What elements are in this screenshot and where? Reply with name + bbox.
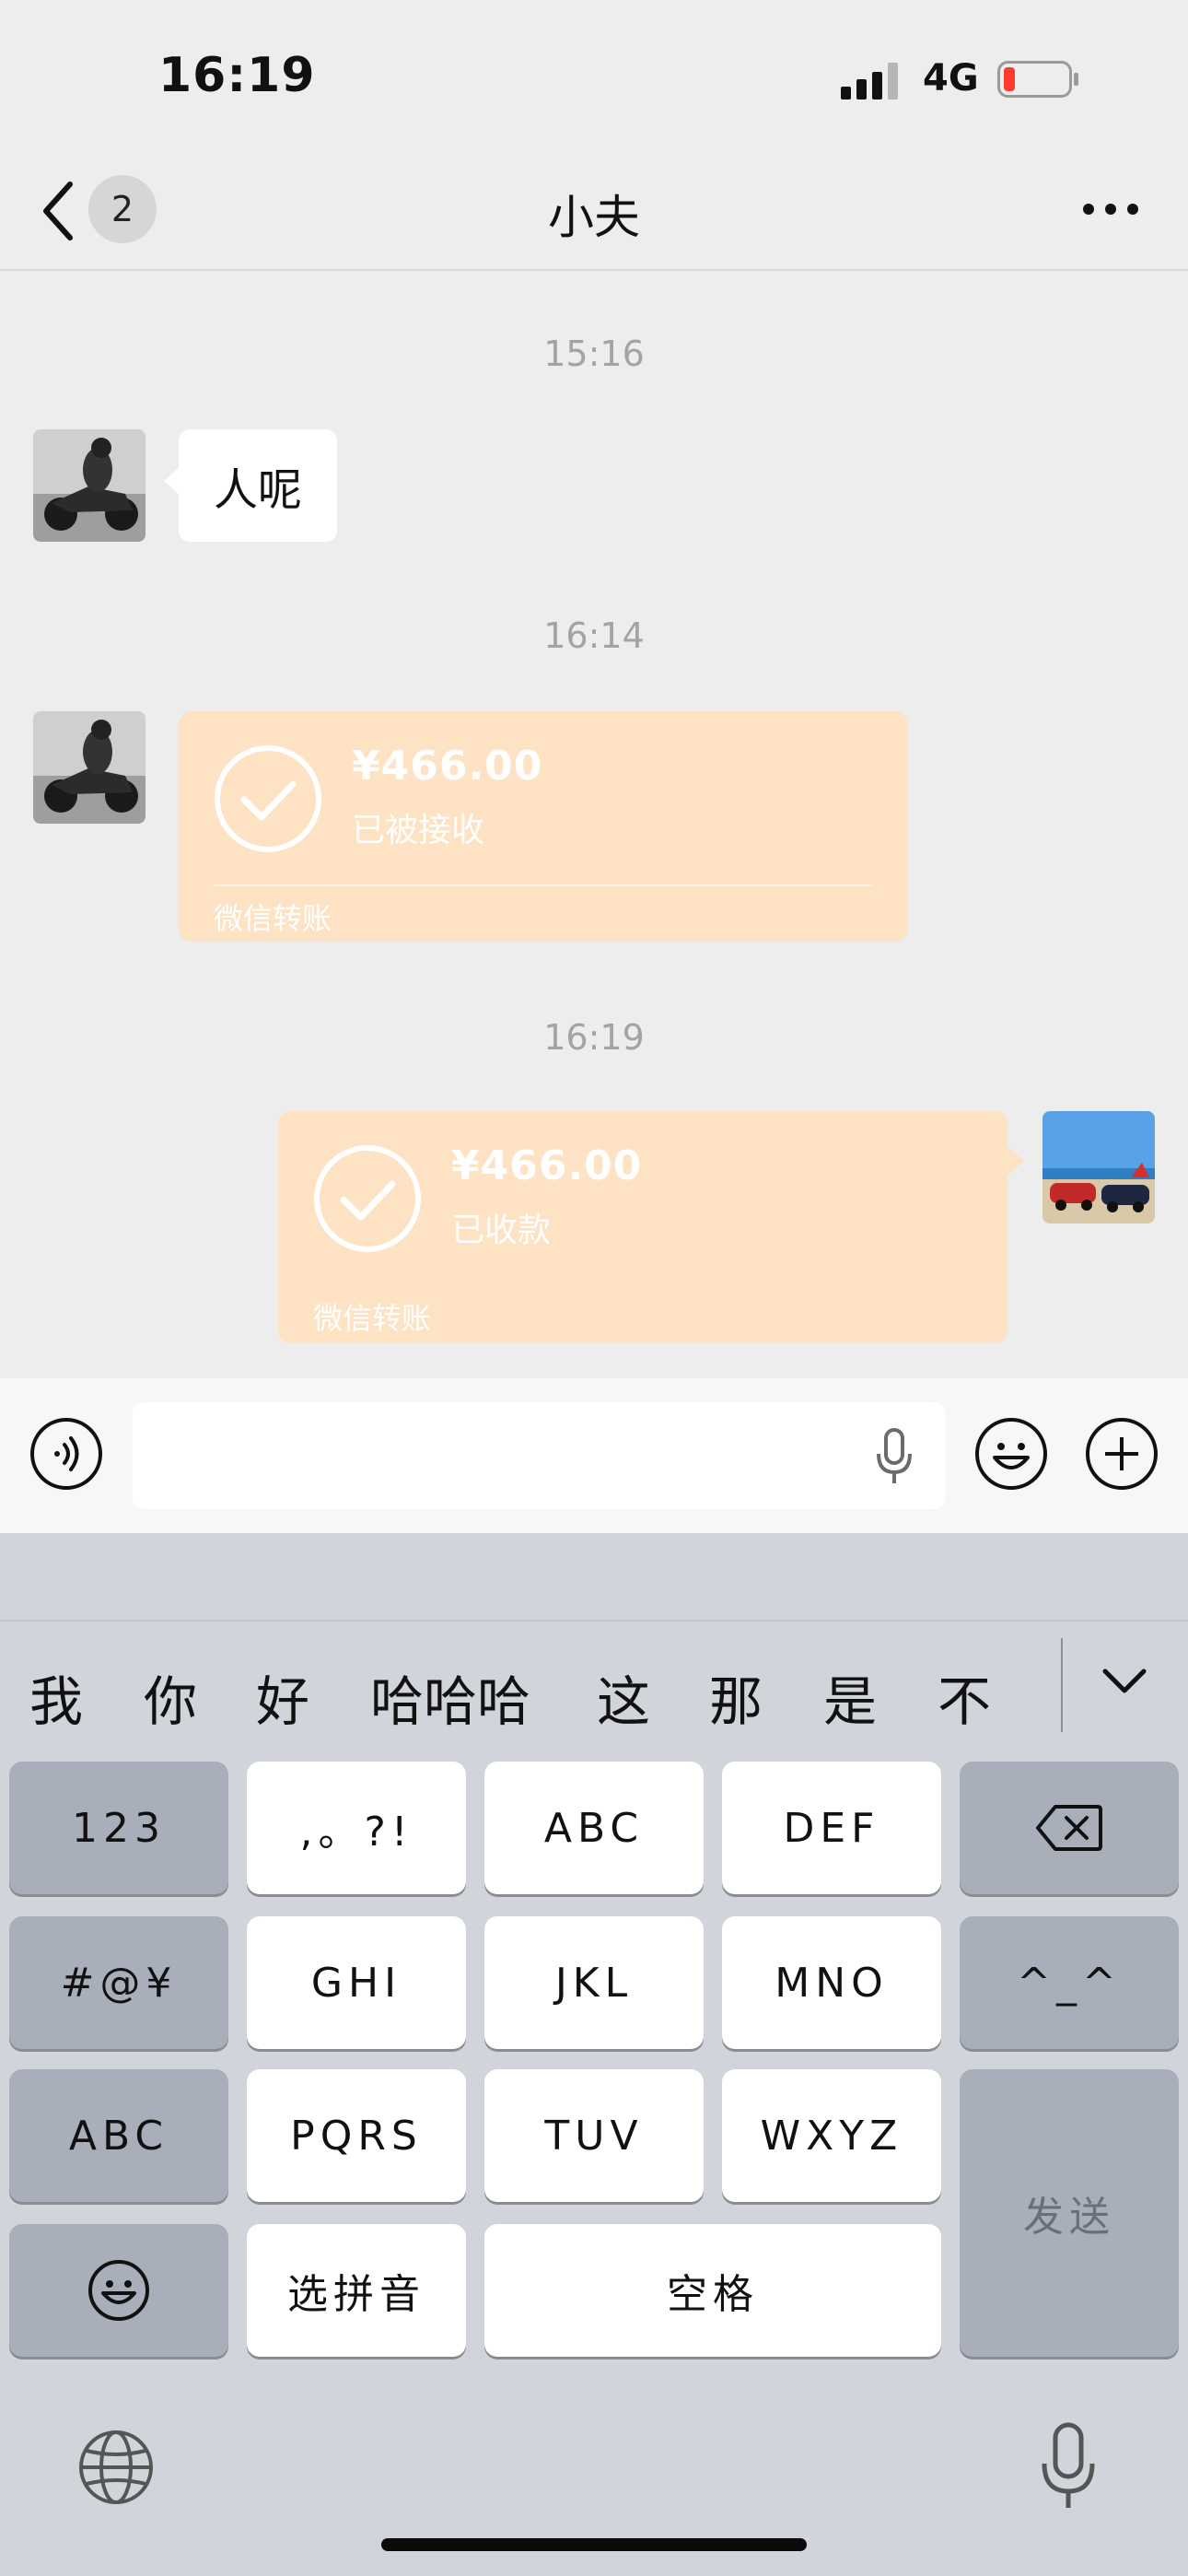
- space-bar[interactable]: 空格: [484, 2224, 941, 2357]
- emoji-icon[interactable]: [974, 1417, 1048, 1491]
- transfer-card-collected[interactable]: ¥466.00 已收款 微信转账: [278, 1111, 1007, 1343]
- message-text-field[interactable]: [133, 1402, 945, 1509]
- key-symbols[interactable]: #@¥: [9, 1916, 228, 2049]
- candidate-word[interactable]: 那: [709, 1658, 763, 1736]
- candidate-word[interactable]: 是: [823, 1658, 877, 1736]
- candidate-word[interactable]: 好: [256, 1658, 309, 1736]
- candidate-word[interactable]: 我: [29, 1658, 83, 1736]
- transfer-amount: ¥466.00: [451, 1142, 643, 1189]
- delete-button[interactable]: [960, 1762, 1179, 1894]
- transfer-card-received[interactable]: ¥466.00 已被接收 微信转账: [179, 711, 908, 942]
- key-123[interactable]: 123: [9, 1762, 228, 1894]
- key-wxyz-9[interactable]: WXYZ: [722, 2069, 941, 2202]
- motorcycle-avatar-image: [33, 711, 146, 824]
- transfer-footer: 微信转账: [214, 901, 332, 936]
- globe-icon[interactable]: [77, 2429, 155, 2506]
- key-punctuation[interactable]: ,。?!: [247, 1762, 466, 1894]
- cellular-signal-icon: [841, 63, 898, 100]
- chat-title: 小夫: [548, 191, 640, 244]
- check-circle-icon: [314, 1145, 421, 1252]
- key-jkl-5[interactable]: JKL: [484, 1916, 704, 2049]
- key-tuv-8[interactable]: TUV: [484, 2069, 704, 2202]
- candidate-word[interactable]: 你: [144, 1658, 197, 1736]
- plus-circle-icon[interactable]: [1085, 1417, 1159, 1491]
- transfer-amount: ¥466.00: [352, 743, 543, 790]
- message-timestamp: 15:16: [543, 334, 645, 374]
- message-bubble-text[interactable]: 人呢: [164, 429, 338, 542]
- contact-avatar[interactable]: [33, 711, 146, 824]
- chevron-down-icon[interactable]: [1101, 1666, 1147, 1695]
- voice-mode-icon[interactable]: [29, 1417, 103, 1491]
- motorcycle-avatar-image: [33, 429, 146, 542]
- card-divider: [214, 884, 873, 886]
- network-type: 4G: [923, 57, 979, 100]
- battery-icon: [997, 61, 1078, 98]
- candidate-word[interactable]: 这: [597, 1658, 650, 1736]
- message-timestamp: 16:14: [543, 615, 645, 656]
- key-pqrs-7[interactable]: PQRS: [247, 2069, 466, 2202]
- key-kaomoji[interactable]: ^_^: [960, 1916, 1179, 2049]
- transfer-status: 已被接收: [352, 812, 485, 849]
- message-timestamp: 16:19: [543, 1017, 645, 1058]
- home-indicator[interactable]: [381, 2538, 807, 2551]
- my-avatar[interactable]: [1042, 1111, 1155, 1224]
- emoji-keyboard-button[interactable]: [9, 2224, 228, 2357]
- message-text: 人呢: [214, 464, 303, 516]
- key-ghi-4[interactable]: GHI: [247, 1916, 466, 2049]
- send-button[interactable]: 发送: [960, 2069, 1179, 2357]
- candidate-separator: [1061, 1638, 1063, 1732]
- more-options-icon[interactable]: [1079, 197, 1142, 221]
- bubble-tail: [1007, 1146, 1024, 1176]
- key-def-3[interactable]: DEF: [722, 1762, 941, 1894]
- key-mno-6[interactable]: MNO: [722, 1916, 941, 2049]
- emoji-icon: [88, 2260, 149, 2321]
- candidate-word[interactable]: 不: [938, 1658, 991, 1736]
- microphone-icon[interactable]: [873, 1426, 915, 1487]
- key-select-pinyin[interactable]: 选拼音: [247, 2224, 466, 2357]
- backspace-icon: [1036, 1805, 1102, 1851]
- beach-cars-avatar-image: [1042, 1111, 1155, 1224]
- keyboard-divider: [0, 1620, 1188, 1622]
- check-circle-icon: [215, 745, 321, 852]
- key-abc-switch[interactable]: ABC: [9, 2069, 228, 2202]
- dictation-microphone-icon[interactable]: [1039, 2421, 1098, 2513]
- contact-avatar[interactable]: [33, 429, 146, 542]
- transfer-footer: 微信转账: [313, 1301, 432, 1336]
- status-time: 16:19: [158, 48, 316, 103]
- key-abc-2[interactable]: ABC: [484, 1762, 704, 1894]
- transfer-status: 已收款: [451, 1212, 552, 1249]
- candidate-word[interactable]: 哈哈哈: [370, 1658, 530, 1736]
